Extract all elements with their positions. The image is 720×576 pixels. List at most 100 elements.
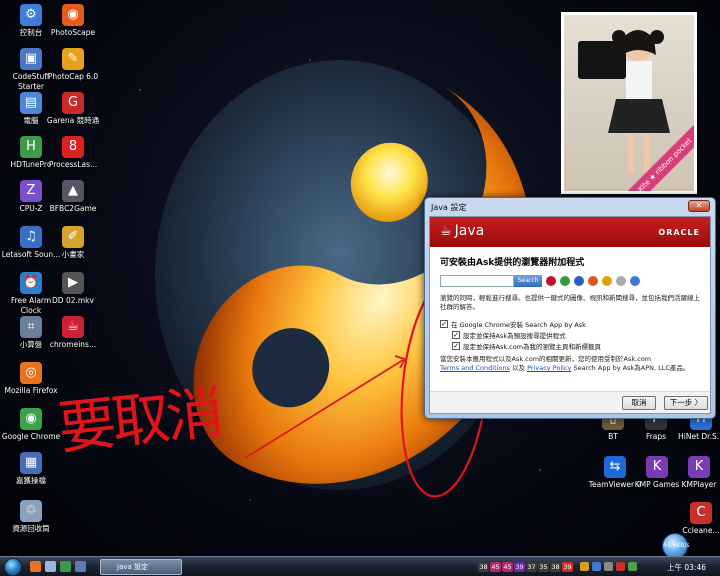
tray-temp-indicator[interactable]: 45 <box>502 562 513 572</box>
tray-app-icon[interactable] <box>580 562 589 571</box>
tray-app-icon[interactable] <box>616 562 625 571</box>
java-settings-dialog[interactable]: Java 設定 ✕ ☕ Java ORACLE 可安裝由Ask提供的瀏覽器附加程式… <box>424 197 716 419</box>
homepage-checkbox-row[interactable]: ✓ 設定並保持Ask.com為我的瀏覽主頁和新標籤頁 <box>440 340 700 351</box>
default-search-checkbox[interactable]: ✓ <box>452 330 460 339</box>
desktop-icon-kmplayer[interactable]: K KMPlayer <box>668 456 720 490</box>
desktop-icon-label: PhotoCap 6.0 <box>47 72 99 81</box>
homepage-checkbox[interactable]: ✓ <box>452 341 460 350</box>
toolbar-help-icon <box>630 276 640 286</box>
photocap-icon: ✎ <box>62 48 84 70</box>
tray-temp-indicator[interactable]: 38 <box>478 562 489 572</box>
start-button[interactable] <box>4 558 22 576</box>
desktop-icon-label: chromeins... <box>49 340 97 349</box>
paint-icon: ✐ <box>62 226 84 248</box>
chrome-icon: ◉ <box>20 408 42 430</box>
install-ask-checkbox-row[interactable]: ✓ 在 Google Chrome安裝 Search App by Ask <box>440 318 700 329</box>
tray-temp-indicator[interactable]: 45 <box>490 562 501 572</box>
desktop-icon-video-file[interactable]: ▶ DD 02.mkv <box>42 272 104 306</box>
letasoft-icon: ♫ <box>20 226 42 248</box>
taskbar-java-task[interactable]: Java 設定 <box>100 559 182 575</box>
desktop-icon-record[interactable]: ▦ 嘉獲操檔 <box>0 452 62 486</box>
desktop-icon-paint[interactable]: ✐ 小畫家 <box>42 226 104 260</box>
java-file-icon: ☕ <box>62 316 84 338</box>
desktop-icon-label: KMPlayer <box>681 480 717 489</box>
default-search-label: 設定並保持Ask為預設搜尋提供程式 <box>463 331 566 340</box>
close-icon: ✕ <box>695 201 703 210</box>
dialog-description: 瀏覽的同時，輕鬆進行搜尋。也提供一鍵式的圖像、視訊和新聞搜尋，並包括我們活躍線上… <box>440 294 700 311</box>
footer-tail-text: Search App by Ask為APN, LLC產品。 <box>573 364 690 372</box>
media-quicklaunch-icon[interactable] <box>60 561 71 572</box>
firefox-quicklaunch-icon[interactable] <box>30 561 41 572</box>
dialog-heading: 可安裝由Ask提供的瀏覽器附加程式 <box>440 258 585 268</box>
dialog-title: Java 設定 <box>431 203 467 212</box>
desktop-icon-label: PhotoScape <box>50 28 96 37</box>
desktop-icon-recycle-bin[interactable]: ♲ 資源回收筒 <box>0 500 62 534</box>
desktop-icon-ccleaner[interactable]: C Ccleane... <box>670 502 720 536</box>
desktop-quicklaunch-icon[interactable] <box>75 561 86 572</box>
desktop-icon-garena[interactable]: G Garena 競時通 <box>42 92 104 126</box>
ccleaner-icon: C <box>690 502 712 524</box>
tray-app-icon[interactable] <box>592 562 601 571</box>
bfbc2-icon: ▲ <box>62 180 84 202</box>
footer-and-text: 以及 <box>512 364 525 372</box>
toolbar-info-icon <box>602 276 612 286</box>
close-button[interactable]: ✕ <box>688 200 710 212</box>
tray-temp-indicator[interactable]: 35 <box>538 562 549 572</box>
desktop-icon-label: Garena 競時通 <box>46 116 100 125</box>
ask-logo-icon <box>546 276 556 286</box>
tray-temp-indicator[interactable]: 38 <box>550 562 561 572</box>
desktop-icon-label: Google Chrome <box>1 432 61 441</box>
alarm-clock-icon: ⏰ <box>20 272 42 294</box>
desktop-icon-label: Mozilla Firefox <box>4 386 58 395</box>
tray-app-icon[interactable] <box>604 562 613 571</box>
cpuz-icon: Z <box>20 180 42 202</box>
desktop-icon-firefox[interactable]: ◎ Mozilla Firefox <box>0 362 62 396</box>
tray-temp-indicator[interactable]: 39 <box>514 562 525 572</box>
explorer-quicklaunch-icon[interactable] <box>45 561 56 572</box>
desktop-icon-java-file[interactable]: ☕ chromeins... <box>42 316 104 350</box>
next-button[interactable]: 下一步 〉 <box>664 396 708 410</box>
desktop-icon-label: 資源回收筒 <box>12 524 50 533</box>
desktop-icon-label: ProcessLas... <box>48 160 98 169</box>
install-ask-checkbox[interactable]: ✓ <box>440 319 448 328</box>
desktop-icon-label: DD 02.mkv <box>52 296 94 305</box>
tray-app-icon[interactable] <box>628 562 637 571</box>
photo-image: Kite ★ ribbon pocket <box>564 15 694 191</box>
record-icon: ▦ <box>20 452 42 474</box>
ask-toolbar-preview: Search <box>440 274 700 288</box>
terms-link[interactable]: Terms and Conditions <box>440 364 510 372</box>
desktop-icon-label: 嘉獲操檔 <box>16 476 46 485</box>
desktop-icon-label: BFBC2Game <box>49 204 97 213</box>
desktop-icon-chrome[interactable]: ◉ Google Chrome <box>0 408 62 442</box>
cancel-button[interactable]: 取消 <box>622 396 656 410</box>
tray-temp-indicator[interactable]: 37 <box>526 562 537 572</box>
java-banner: ☕ Java ORACLE <box>430 217 710 247</box>
taskbar: Java 設定 38 45 45 39 37 35 38 39 上午 03:46 <box>0 556 720 576</box>
photo-widget[interactable]: Kite ★ ribbon pocket <box>561 12 697 194</box>
java-cup-icon: ☕ <box>440 224 452 239</box>
kmp-games-icon: K <box>646 456 668 478</box>
desktop-icon-label: HiNet Dr.S... <box>678 432 720 441</box>
system-clock[interactable]: 上午 03:46 <box>667 562 706 573</box>
default-search-checkbox-row[interactable]: ✓ 設定並保持Ask為預設搜尋提供程式 <box>440 329 700 340</box>
desktop-icon-processlasso[interactable]: 8 ProcessLas... <box>42 136 104 170</box>
toolbar-page-icon <box>616 276 626 286</box>
teamviewer-icon: ⇆ <box>604 456 626 478</box>
tray-temp-indicator[interactable]: 39 <box>562 562 573 572</box>
desktop-icon-photoscape[interactable]: ◉ PhotoScape <box>42 4 104 38</box>
ask-search-box <box>440 275 514 287</box>
privacy-link[interactable]: Privacy Policy <box>527 364 571 372</box>
photoscape-icon: ◉ <box>62 4 84 26</box>
toolbar-globe-icon <box>560 276 570 286</box>
desktop-icon-bfbc2[interactable]: ▲ BFBC2Game <box>42 180 104 214</box>
dialog-footer-text: 當您安裝本應用程式以及Ask.com的相關更新，您的使用受制於Ask.com T… <box>430 351 710 373</box>
codestuff-icon: ▣ <box>20 48 42 70</box>
hdtune-icon: H <box>20 136 42 158</box>
desktop-icon-label: 小畫家 <box>61 250 85 259</box>
footer-legal-text: 當您安裝本應用程式以及Ask.com的相關更新，您的使用受制於Ask.com <box>440 355 652 363</box>
java-logo: ☕ Java <box>440 223 484 239</box>
calculator-icon: ⌗ <box>20 316 42 338</box>
computer-icon: ▤ <box>20 92 42 114</box>
kmplayer-icon: K <box>688 456 710 478</box>
desktop-icon-photocap[interactable]: ✎ PhotoCap 6.0 <box>42 48 104 82</box>
